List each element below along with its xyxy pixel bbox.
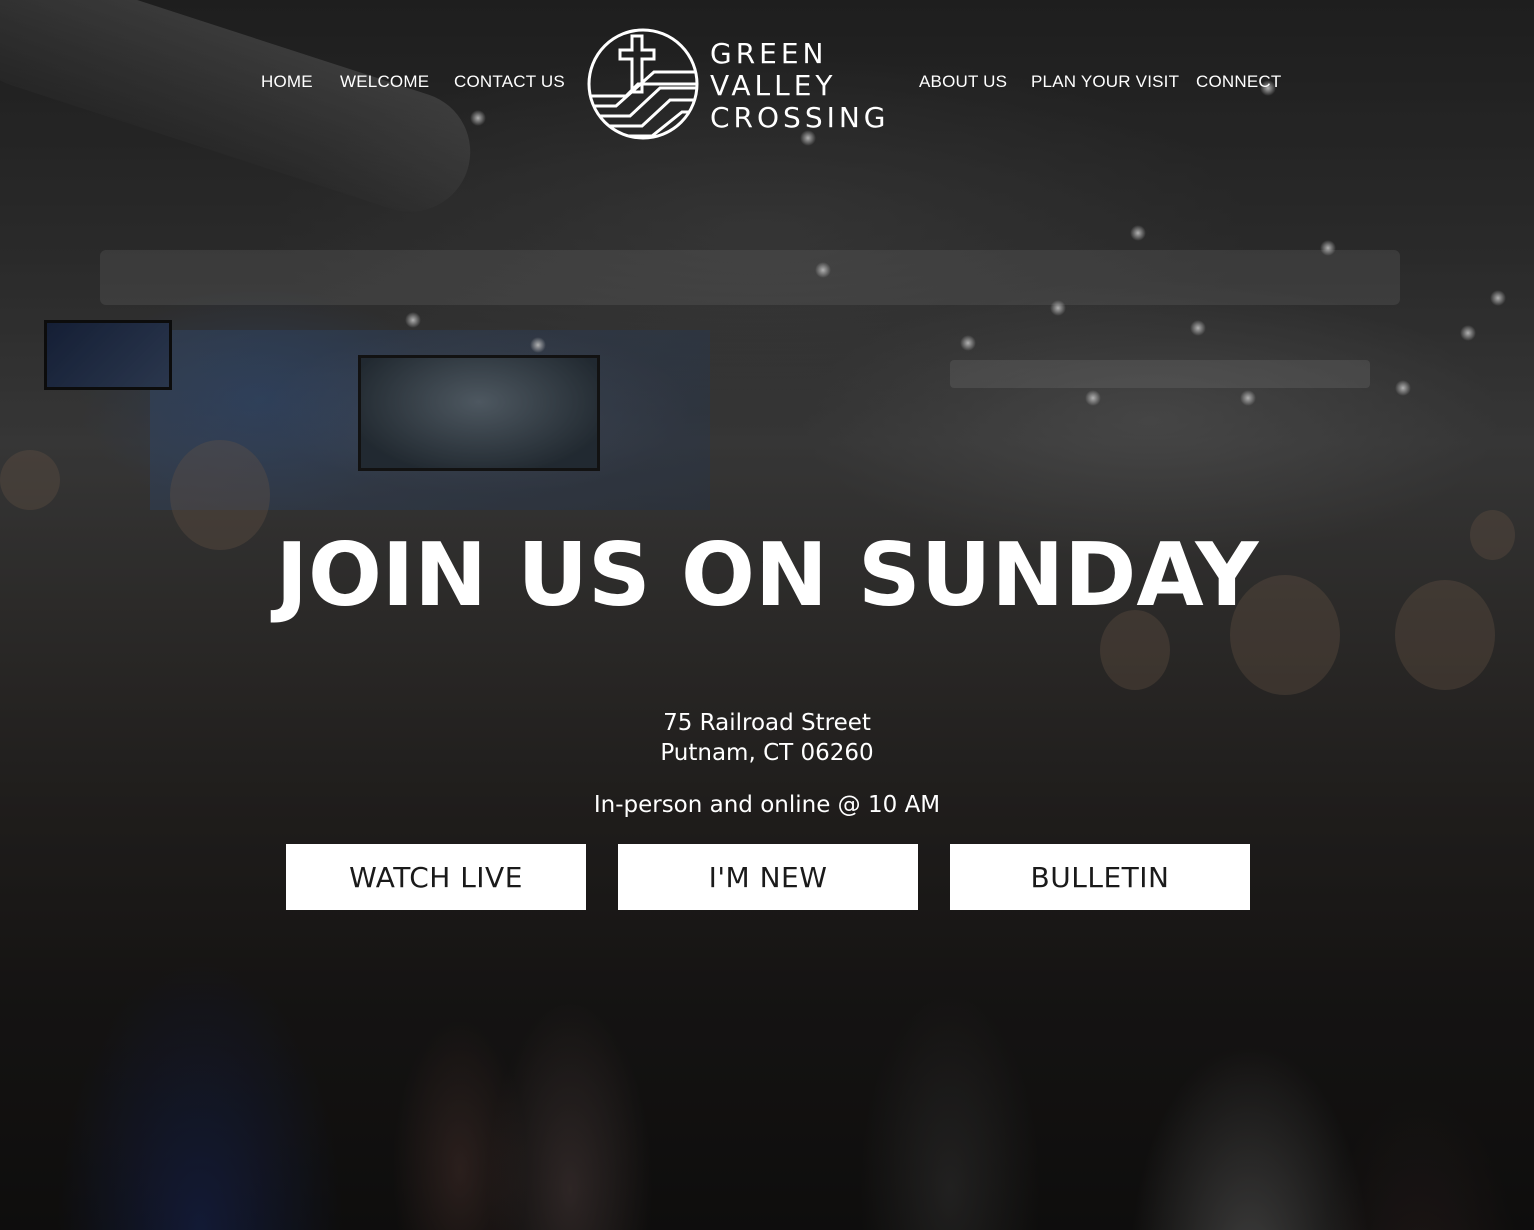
logo-line-crossing: CROSSING — [710, 101, 890, 134]
im-new-button[interactable]: I'M NEW — [618, 844, 918, 910]
bulletin-button[interactable]: BULLETIN — [950, 844, 1250, 910]
logo-line-valley: VALLEY — [710, 69, 837, 102]
nav-plan-your-visit[interactable]: PLAN YOUR VISIT — [1031, 72, 1179, 92]
address-street: 75 Railroad Street — [663, 710, 871, 736]
nav-home[interactable]: HOME — [261, 72, 313, 92]
service-times: In-person and online @ 10 AM — [593, 792, 941, 818]
nav-connect[interactable]: CONNECT — [1196, 72, 1281, 92]
logo-line-green: GREEN — [710, 37, 828, 70]
nav-welcome[interactable]: WELCOME — [340, 72, 429, 92]
hero-section: HOME WELCOME CONTACT US GREEN VALLEY CRO… — [0, 0, 1534, 1230]
nav-about-us[interactable]: ABOUT US — [919, 72, 1007, 92]
site-logo[interactable]: GREEN VALLEY CROSSING — [586, 26, 896, 144]
watch-live-button[interactable]: WATCH LIVE — [286, 844, 586, 910]
address-city: Putnam, CT 06260 — [660, 740, 874, 766]
nav-contact-us[interactable]: CONTACT US — [454, 72, 565, 92]
church-address: 75 Railroad Street Putnam, CT 06260 — [0, 708, 1534, 768]
logo-wordmark: GREEN VALLEY CROSSING — [710, 38, 890, 134]
hero-headline: JOIN US ON SUNDAY — [275, 524, 1259, 626]
main-nav: HOME WELCOME CONTACT US GREEN VALLEY CRO… — [0, 0, 1534, 165]
cross-circle-logo-icon — [587, 28, 699, 140]
